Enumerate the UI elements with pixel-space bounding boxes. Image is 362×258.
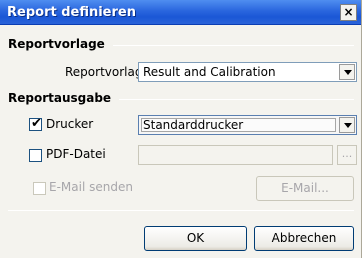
pdf-browse-label: ... — [341, 147, 353, 160]
pdf-label: PDF-Datei — [46, 147, 106, 161]
checkmark-icon: ✔ — [31, 116, 42, 131]
pdf-checkbox[interactable] — [29, 149, 42, 162]
email-checkbox[interactable] — [33, 182, 46, 195]
pdf-path-field[interactable] — [138, 145, 333, 165]
chevron-down-icon[interactable] — [339, 64, 355, 80]
pdf-browse-button[interactable]: ... — [337, 145, 357, 165]
ok-button[interactable]: OK — [144, 226, 247, 251]
template-dropdown-value: Result and Calibration — [143, 65, 276, 79]
footer-separator — [8, 210, 354, 211]
email-button-label: E-Mail... — [281, 181, 329, 195]
chevron-down-icon[interactable] — [339, 117, 355, 133]
printer-dropdown[interactable]: Standarddrucker — [138, 115, 357, 135]
template-dropdown[interactable]: Result and Calibration — [138, 62, 357, 82]
group-template-title: Reportvorlage — [8, 37, 113, 51]
group-output-line — [110, 99, 354, 100]
printer-dropdown-value: Standarddrucker — [143, 118, 244, 132]
cancel-button-label: Abbrechen — [271, 231, 337, 245]
email-button[interactable]: E-Mail... — [256, 176, 354, 201]
cancel-button[interactable]: Abbrechen — [254, 226, 354, 251]
email-label: E-Mail senden — [49, 180, 133, 194]
report-dialog: Report definieren × Reportvorlage Report… — [0, 0, 362, 258]
close-button[interactable]: × — [340, 4, 357, 21]
window-title: Report definieren — [7, 5, 136, 20]
printer-checkbox[interactable]: ✔ — [29, 116, 42, 131]
printer-label: Drucker — [46, 117, 94, 131]
close-icon: × — [343, 5, 354, 19]
group-template-line — [100, 45, 354, 46]
ok-button-label: OK — [186, 231, 205, 245]
group-output-title: Reportausgabe — [8, 91, 120, 105]
title-bar[interactable]: Report definieren × — [0, 0, 361, 25]
